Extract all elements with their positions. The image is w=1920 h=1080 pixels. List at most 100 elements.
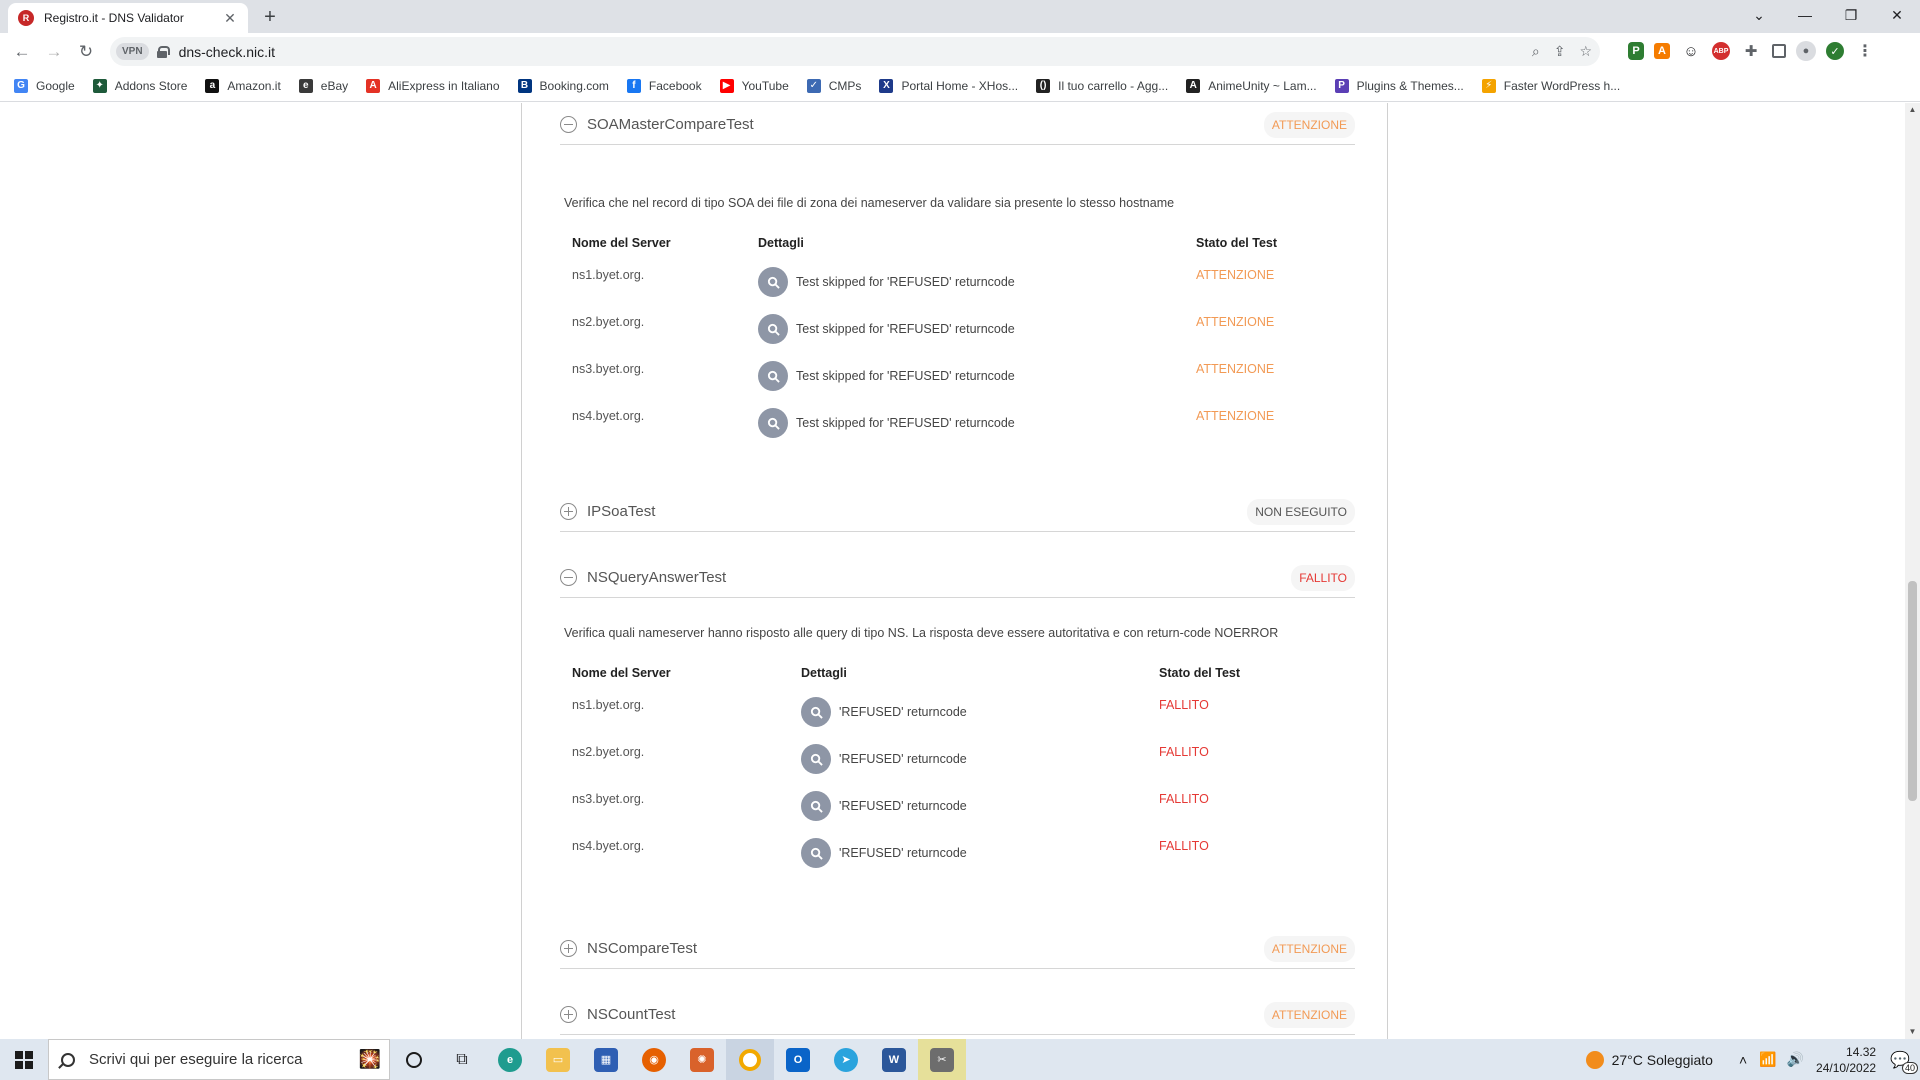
close-window-button[interactable]: ✕ [1874, 0, 1920, 30]
bookmark-label: AliExpress in Italiano [388, 78, 500, 93]
new-tab-button[interactable]: + [258, 5, 282, 29]
bookmark-item[interactable]: () Il tuo carrello - Agg... [1036, 78, 1168, 93]
chrome-menu-icon[interactable]: ⋮ [1854, 40, 1876, 62]
expand-icon[interactable] [560, 940, 577, 957]
collapse-icon[interactable] [560, 569, 577, 586]
notification-center-icon[interactable]: 💬 40 [1890, 1050, 1918, 1074]
bookmark-item[interactable]: ▶ YouTube [719, 78, 789, 93]
section-header-nscounttest[interactable]: NSCountTest ATTENZIONE [560, 995, 1355, 1035]
youtube-icon: ▶ [719, 78, 734, 93]
side-panel-icon[interactable] [1772, 44, 1786, 58]
address-bar[interactable]: VPN dns-check.nic.it ⌕ ⇪ ☆ [110, 37, 1600, 66]
clock-time: 14.32 [1846, 1044, 1877, 1059]
task-view-icon[interactable]: ⧉ [438, 1039, 486, 1080]
chrome-icon[interactable] [726, 1039, 774, 1080]
bookmark-item[interactable]: ⚡ Faster WordPress h... [1481, 78, 1620, 93]
weather-text[interactable]: 27°C Soleggiato [1612, 1052, 1713, 1068]
edge-icon[interactable]: e [486, 1039, 534, 1080]
emoji-extension-icon[interactable]: ☺ [1680, 40, 1702, 62]
row-status: ATTENZIONE [1196, 409, 1275, 423]
magnifier-icon[interactable] [758, 408, 788, 438]
magnifier-icon[interactable] [758, 314, 788, 344]
section-description: Verifica quali nameserver hanno risposto… [564, 626, 1279, 640]
bookmark-item[interactable]: G Google [14, 78, 75, 93]
lock-icon[interactable] [156, 45, 170, 58]
bookmark-item[interactable]: a Amazon.it [205, 78, 281, 93]
scrollbar-thumb[interactable] [1908, 581, 1917, 801]
registro-favicon-icon: R [18, 10, 34, 26]
scroll-up-arrow-icon[interactable]: ▲ [1905, 103, 1920, 117]
minimize-button[interactable]: — [1782, 0, 1828, 30]
bookmark-item[interactable]: A AnimeUnity ~ Lam... [1186, 78, 1317, 93]
shield-extension-icon[interactable]: P [1628, 42, 1644, 60]
clock[interactable]: 14.32 24/10/2022 [1816, 1044, 1876, 1076]
bookmark-item[interactable]: e eBay [298, 78, 348, 93]
vpn-icon[interactable]: VPN [116, 43, 149, 60]
bookmark-item[interactable]: A AliExpress in Italiano [366, 78, 500, 93]
outlook-icon[interactable]: O [774, 1039, 822, 1080]
magnifier-icon[interactable] [801, 791, 831, 821]
collapse-icon[interactable] [560, 116, 577, 133]
magnifier-icon[interactable] [758, 267, 788, 297]
cmps-icon: ✓ [806, 78, 821, 93]
adblock-icon[interactable]: ABP [1712, 42, 1730, 60]
word-icon[interactable]: W [870, 1039, 918, 1080]
aliexpress-icon: A [366, 78, 381, 93]
magnifier-icon[interactable] [801, 697, 831, 727]
bookmark-item[interactable]: P Plugins & Themes... [1334, 78, 1464, 93]
extensions-puzzle-icon[interactable]: ✚ [1740, 40, 1762, 62]
bookmark-item[interactable]: ✓ CMPs [806, 78, 861, 93]
status-badge: NON ESEGUITO [1247, 498, 1355, 525]
network-icon[interactable]: 📶 [1759, 1051, 1776, 1068]
bookmark-item[interactable]: B Booking.com [517, 78, 609, 93]
cortana-icon[interactable] [390, 1039, 438, 1080]
taskbar-search[interactable]: Scrivi qui per eseguire la ricerca 🎇 [48, 1039, 390, 1080]
magnifier-icon[interactable] [801, 744, 831, 774]
bookmark-star-icon[interactable]: ☆ [1579, 43, 1592, 60]
start-button[interactable] [0, 1039, 48, 1080]
section-header-nsqueryanswertest[interactable]: NSQueryAnswerTest FALLITO [560, 558, 1355, 598]
scroll-down-arrow-icon[interactable]: ▼ [1905, 1025, 1920, 1039]
weather-sun-icon[interactable] [1585, 1050, 1604, 1069]
tab-search-chevron-icon[interactable]: ⌄ [1736, 0, 1782, 30]
share-icon[interactable]: ⇪ [1554, 43, 1566, 60]
profile-avatar-icon[interactable]: ● [1796, 41, 1816, 61]
detail-text: Test skipped for 'REFUSED' returncode [796, 275, 1015, 289]
orange-extension-icon[interactable]: A [1654, 43, 1670, 59]
section-header-soamastercomparetest[interactable]: SOAMasterCompareTest ATTENZIONE [560, 105, 1355, 145]
reload-icon[interactable]: ↻ [70, 36, 102, 68]
section-header-nscomparetest[interactable]: NSCompareTest ATTENZIONE [560, 929, 1355, 969]
chevron-up-icon[interactable]: ˄ [1739, 1052, 1747, 1068]
bookmark-item[interactable]: X Portal Home - XHos... [879, 78, 1018, 93]
magnifier-icon[interactable] [758, 361, 788, 391]
volume-icon[interactable]: 🔊 [1787, 1051, 1804, 1068]
page-scrollbar[interactable]: ▲ ▼ [1905, 103, 1920, 1039]
bookmark-item[interactable]: f Facebook [626, 78, 702, 93]
bookmarks-bar: G Google ✦ Addons Store a Amazon.it e eBay A AliE… [0, 70, 1920, 102]
firefox-icon[interactable]: ◉ [630, 1039, 678, 1080]
app-gear-icon[interactable]: ✺ [678, 1039, 726, 1080]
detail-cell: Test skipped for 'REFUSED' returncode [758, 408, 1015, 438]
tab-close-icon[interactable]: ✕ [222, 10, 238, 27]
microsoft-store-icon[interactable]: ▦ [582, 1039, 630, 1080]
telegram-icon[interactable]: ➤ [822, 1039, 870, 1080]
forward-arrow-icon[interactable]: → [38, 36, 70, 68]
zoom-icon[interactable]: ⌕ [1532, 43, 1540, 60]
browser-tab[interactable]: R Registro.it - DNS Validator ✕ [8, 3, 248, 33]
bookmark-label: Google [36, 78, 75, 93]
file-explorer-icon[interactable]: ▭ [534, 1039, 582, 1080]
back-arrow-icon[interactable]: ← [6, 36, 38, 68]
facebook-icon: f [626, 78, 641, 93]
restore-button[interactable]: ❐ [1828, 0, 1874, 30]
magnifier-icon[interactable] [801, 838, 831, 868]
expand-icon[interactable] [560, 1006, 577, 1023]
snipping-tool-icon[interactable]: ✂ [918, 1039, 966, 1080]
url-text[interactable]: dns-check.nic.it [179, 44, 275, 60]
section-header-ipsoatest[interactable]: IPSoaTest NON ESEGUITO [560, 492, 1355, 532]
security-extension-icon[interactable]: ✓ [1826, 42, 1844, 60]
expand-icon[interactable] [560, 503, 577, 520]
detail-cell: 'REFUSED' returncode [801, 697, 967, 727]
system-tray: 27°C Soleggiato ˄ 📶 🔊 14.32 24/10/2022 💬… [1585, 1039, 1920, 1080]
bookmark-item[interactable]: ✦ Addons Store [92, 78, 187, 93]
detail-text: Test skipped for 'REFUSED' returncode [796, 369, 1015, 383]
